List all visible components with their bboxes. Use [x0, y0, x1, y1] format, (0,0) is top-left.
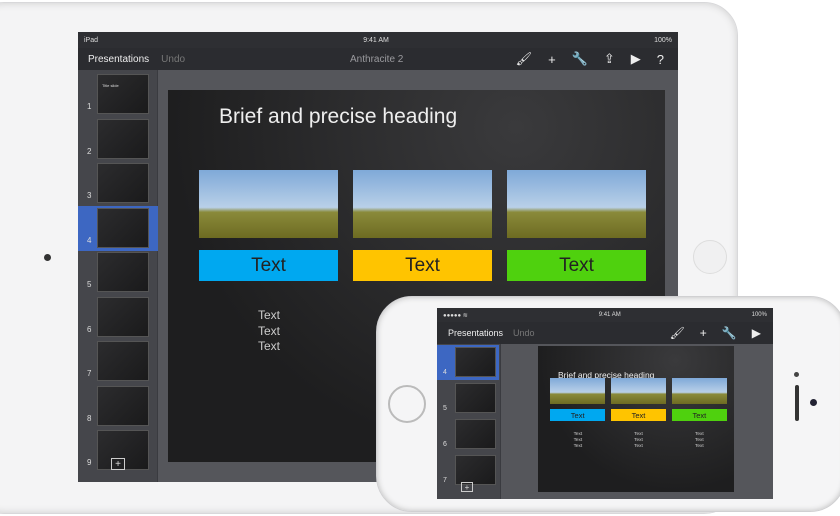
slide-heading[interactable]: Brief and precise heading [219, 105, 457, 129]
slide-thumbnail-image [97, 163, 149, 203]
body-text[interactable]: Text [219, 324, 319, 338]
body-text[interactable]: Text [219, 339, 319, 353]
slide-number: 7 [87, 369, 92, 378]
body-text[interactable]: Text [611, 438, 666, 443]
slide-number: 3 [87, 191, 92, 200]
text-box[interactable]: Text [671, 409, 727, 422]
slide-thumbnail-image [97, 385, 149, 426]
slide-number: 2 [87, 146, 92, 156]
slide-number: 4 [443, 369, 447, 376]
plus-icon[interactable]: + [548, 52, 556, 67]
slide-number: 6 [87, 324, 92, 334]
slide-thumbnail-image: Title slide [97, 74, 149, 114]
slide-thumbnail-image [455, 383, 496, 413]
slide-thumbnail-4[interactable]: 4 [78, 205, 158, 251]
slide-thumbnail-image [97, 207, 149, 248]
slide-thumbnail-1[interactable]: 1 Title slide [78, 72, 158, 117]
add-slide-button[interactable]: + [461, 482, 473, 492]
status-bar: ●●●●● ≋ 9:41 AM 100% [437, 308, 773, 322]
text-box[interactable]: Text [199, 250, 338, 281]
text-box[interactable]: Text [611, 409, 666, 422]
slide-number: 6 [443, 441, 447, 448]
slide-navigator: 1 Title slide 2 3 4 5 6 7 8 9 + [78, 70, 158, 482]
battery: 100% [751, 312, 767, 318]
slide-thumbnail-image [455, 347, 496, 377]
body-text[interactable]: Text [558, 444, 598, 449]
slide-canvas[interactable]: Brief and precise heading Text Text Text Te… [538, 346, 734, 492]
iphone-home-button[interactable] [388, 385, 426, 423]
body-text[interactable]: Text [219, 308, 319, 322]
slide-image[interactable] [611, 377, 666, 405]
slide-number: 5 [87, 280, 92, 289]
body-text[interactable]: Text [672, 444, 727, 449]
add-slide-button[interactable]: + [111, 458, 125, 470]
undo-button[interactable]: Undo [513, 328, 535, 338]
carrier: iPad [84, 36, 99, 44]
ipad-home-button[interactable] [693, 240, 727, 274]
time: 9:41 AM [363, 36, 389, 44]
slide-number: 4 [87, 235, 92, 245]
presentations-button[interactable]: Presentations [448, 328, 503, 338]
slide-number: 9 [87, 458, 92, 467]
signal-icon: ●●●●● ≋ [443, 312, 468, 319]
document-title: Anthracite 2 [350, 53, 404, 65]
body-text[interactable]: Text [558, 432, 598, 437]
plus-icon[interactable]: + [700, 326, 707, 340]
body-text[interactable]: Text [672, 438, 727, 443]
slide-thumbnail-5[interactable]: 5 [78, 250, 158, 295]
slide-thumbnail-6[interactable]: 6 [437, 417, 499, 452]
slide-number: 7 [443, 477, 447, 484]
slide-thumbnail-6[interactable]: 6 [78, 295, 158, 340]
slide-thumbnail-image [455, 455, 496, 485]
undo-button[interactable]: Undo [161, 54, 185, 65]
slide-image[interactable] [671, 377, 727, 405]
text-box[interactable]: Text [550, 409, 606, 422]
slide-thumbnail-image [97, 296, 149, 337]
thumbnail-title: Title slide [102, 83, 119, 88]
wrench-icon[interactable]: 🔧 [572, 51, 588, 67]
help-icon[interactable]: ? [657, 52, 664, 67]
toolbar: Presentations Undo 🖌 + 🔧 ▶ [437, 322, 773, 344]
status-bar: iPad 9:41 AM 100% [78, 32, 678, 48]
slide-number: 5 [443, 405, 447, 412]
play-icon[interactable]: ▶ [752, 326, 761, 340]
text-box[interactable]: Text [353, 250, 492, 281]
iphone-speaker [795, 385, 799, 421]
slide-thumbnail-5[interactable]: 5 [437, 381, 499, 416]
slide-image[interactable] [550, 377, 606, 405]
wrench-icon[interactable]: 🔧 [722, 326, 737, 340]
slide-thumbnail-image [97, 118, 149, 159]
ipad-camera [44, 254, 51, 261]
presentations-button[interactable]: Presentations [88, 54, 149, 65]
text-box[interactable]: Text [507, 250, 646, 281]
paintbrush-icon[interactable]: 🖌 [670, 326, 685, 340]
slide-thumbnail-2[interactable]: 2 [78, 117, 158, 162]
iphone-screen: ●●●●● ≋ 9:41 AM 100% Presentations Undo … [437, 308, 773, 499]
body-text[interactable]: Text [672, 432, 727, 437]
body-text[interactable]: Text [558, 438, 598, 443]
slide-thumbnail-7[interactable]: 7 [78, 339, 158, 384]
toolbar: Presentations Undo Anthracite 2 🖌 + 🔧 ⇪ … [78, 48, 678, 70]
slide-thumbnail-3[interactable]: 3 [78, 161, 158, 206]
iphone-sensor [794, 372, 799, 377]
slide-thumbnail-image [97, 341, 149, 381]
slide-image[interactable] [353, 170, 492, 238]
slide-image[interactable] [507, 170, 646, 238]
slide-number: 8 [87, 413, 92, 423]
paintbrush-icon[interactable]: 🖌 [516, 51, 533, 67]
time: 9:41 AM [598, 312, 621, 318]
slide-thumbnail-4[interactable]: 4 [437, 345, 499, 380]
slide-thumbnail-image [455, 419, 496, 449]
iphone-camera [810, 399, 817, 406]
body-text[interactable]: Text [611, 444, 666, 449]
body-text[interactable]: Text [611, 432, 666, 437]
play-icon[interactable]: ▶ [631, 51, 641, 67]
slide-navigator: 4 5 6 7 + [437, 344, 501, 499]
slide-thumbnail-8[interactable]: 8 [78, 384, 158, 429]
slide-thumbnail-image [97, 252, 149, 292]
share-icon[interactable]: ⇪ [604, 51, 615, 67]
slide-number: 1 [87, 102, 92, 111]
battery: 100% [654, 36, 672, 44]
slide-image[interactable] [199, 170, 338, 238]
